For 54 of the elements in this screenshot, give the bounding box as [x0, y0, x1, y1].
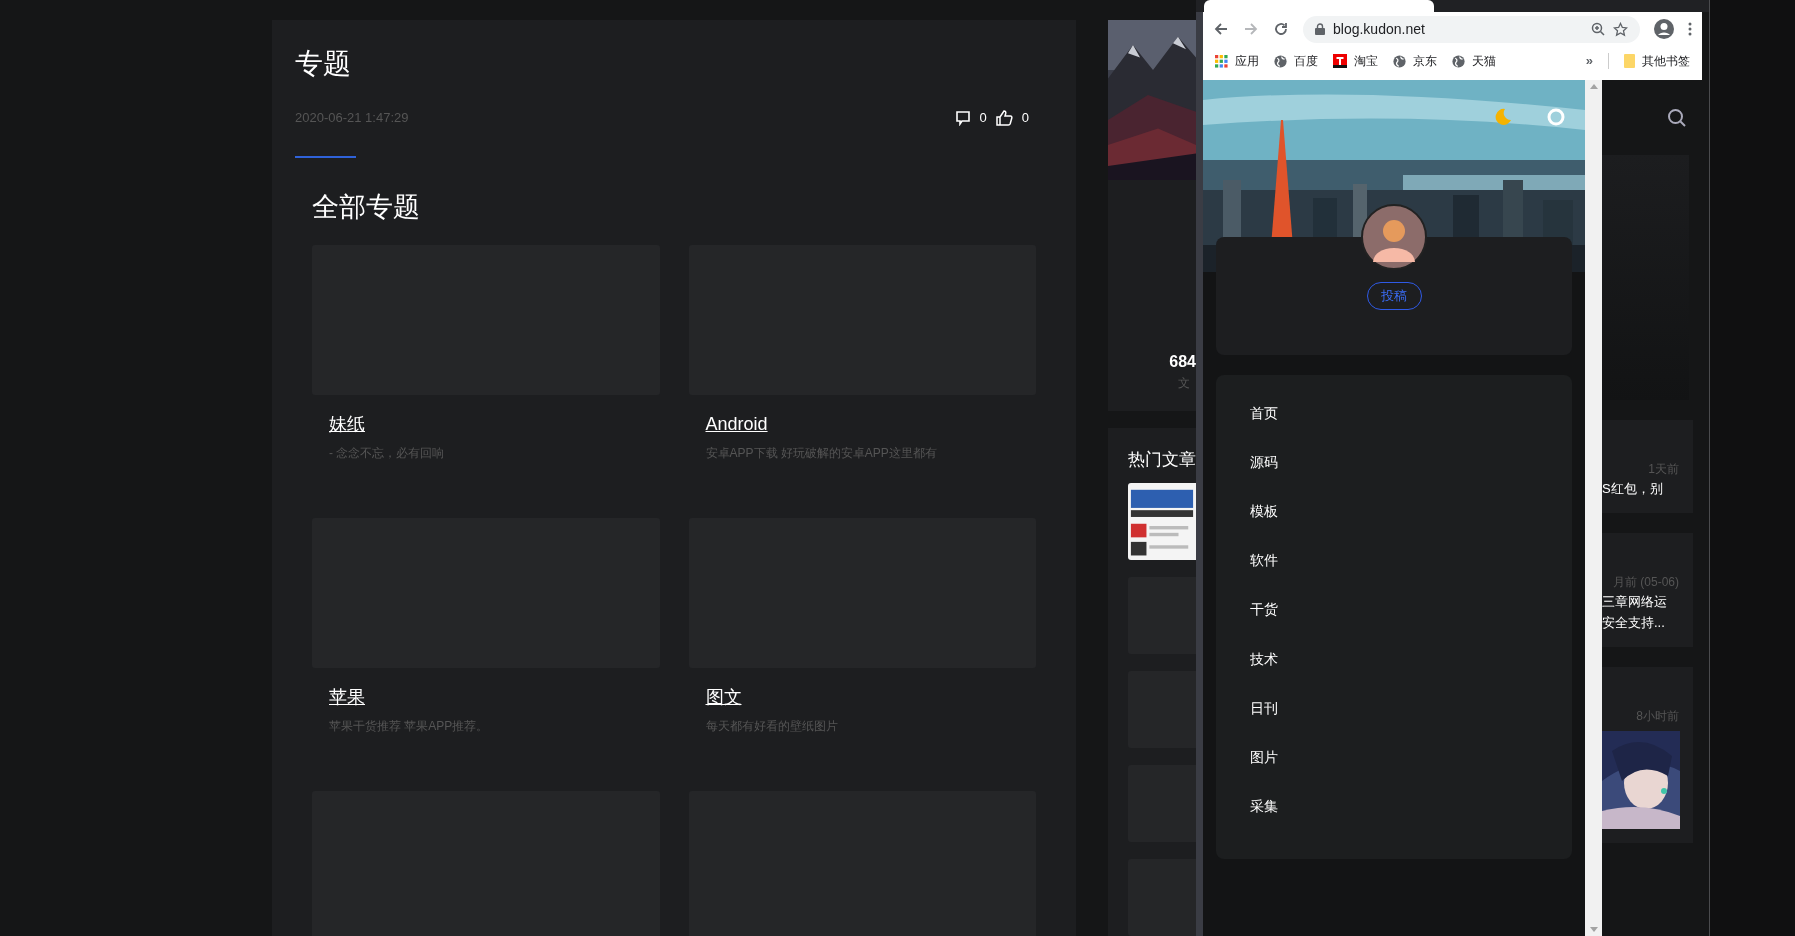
nav-menu-item[interactable]: 图片: [1250, 732, 1278, 782]
topic-title-link[interactable]: 妹纸: [329, 410, 365, 437]
t-logo-icon: [1333, 54, 1347, 68]
reload-icon[interactable]: [1273, 21, 1289, 37]
forward-icon[interactable]: [1243, 21, 1259, 37]
star-icon[interactable]: [1613, 21, 1628, 37]
nav-menu-item[interactable]: 干货: [1250, 584, 1278, 634]
bookmark-link[interactable]: 淘宝: [1333, 52, 1378, 70]
comment-icon: [954, 109, 971, 126]
bookmark-link[interactable]: 天猫: [1452, 52, 1496, 70]
page-title: 专题: [295, 47, 352, 81]
circle-icon[interactable]: [1547, 108, 1565, 126]
bookmark-link[interactable]: 百度: [1274, 52, 1318, 70]
nav-menu-item[interactable]: 软件: [1250, 535, 1278, 585]
scroll-down-icon[interactable]: [1589, 927, 1598, 932]
apps-grid-icon: [1215, 54, 1228, 68]
post-title-line: 三章网络运: [1602, 593, 1667, 611]
nav-menu-item[interactable]: 模板: [1250, 486, 1278, 536]
like-count: 0: [1021, 109, 1029, 127]
bookmark-link[interactable]: 应用: [1215, 52, 1259, 70]
moon-icon[interactable]: [1494, 108, 1512, 126]
folder-icon: [1624, 54, 1635, 68]
section-title: 全部专题: [312, 190, 421, 224]
lock-icon: [1315, 23, 1325, 35]
globe-icon: [1274, 54, 1287, 68]
nav-menu-item[interactable]: 源码: [1250, 437, 1278, 487]
url-text: blog.kudon.net: [1333, 19, 1426, 39]
post-date: 2020-06-21 1:47:29: [295, 109, 409, 127]
scroll-up-icon[interactable]: [1589, 84, 1598, 89]
bookmark-folder[interactable]: 其他书签: [1624, 52, 1690, 70]
nav-menu-item[interactable]: 首页: [1250, 388, 1278, 438]
globe-icon: [1393, 54, 1406, 68]
profile-icon[interactable]: [1654, 19, 1674, 39]
topic-title-link[interactable]: 苹果: [329, 683, 365, 710]
nav-menu-item[interactable]: 采集: [1250, 781, 1278, 831]
stat-value: 684: [1169, 352, 1196, 373]
back-icon[interactable]: [1213, 21, 1229, 37]
post-title-line: 安全支持...: [1602, 614, 1665, 632]
thumbs-up-icon: [995, 109, 1013, 126]
search-icon[interactable]: [1667, 107, 1687, 128]
menu-icon[interactable]: [1688, 22, 1692, 36]
topic-title-link[interactable]: 图文: [705, 683, 742, 710]
comment-count: 0: [979, 109, 987, 127]
nav-menu-item[interactable]: 技术: [1250, 633, 1278, 684]
more-bookmarks-button[interactable]: »: [1585, 51, 1593, 71]
nav-menu-item[interactable]: 日刊: [1250, 683, 1278, 733]
post-title-line: S红包，别: [1602, 480, 1663, 498]
hot-articles-title: 热门文章: [1128, 449, 1196, 471]
active-underline: [295, 155, 356, 158]
globe-icon: [1452, 54, 1465, 68]
zoom-in-icon[interactable]: [1591, 22, 1605, 36]
bookmark-link[interactable]: 京东: [1393, 52, 1437, 70]
address-bar[interactable]: blog.kudon.net: [1303, 15, 1640, 43]
topic-title-link[interactable]: Android: [705, 410, 768, 437]
